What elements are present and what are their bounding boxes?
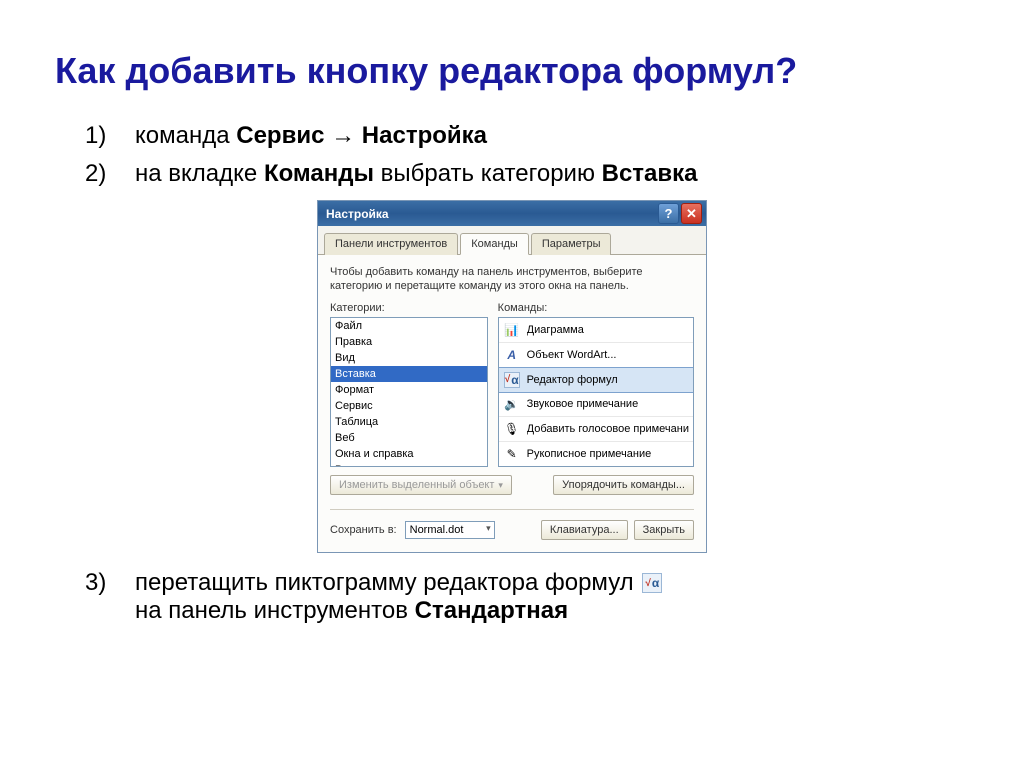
step-text: на вкладке Команды выбрать категорию Вст… — [135, 160, 969, 188]
step-number: 1) — [85, 122, 135, 150]
help-button[interactable]: ? — [658, 203, 679, 224]
close-button[interactable]: Закрыть — [634, 520, 694, 540]
steps-list-cont: 3) перетащить пиктограмму редактора форм… — [55, 569, 969, 625]
separator — [330, 509, 694, 510]
commands-label: Команды: — [498, 302, 694, 314]
command-item[interactable]: 🔉 Звуковое примечание — [499, 392, 693, 417]
command-label: Диаграмма — [527, 324, 689, 336]
dialog-titlebar[interactable]: Настройка ? ✕ — [318, 201, 706, 226]
keyboard-button[interactable]: Клавиатура... — [541, 520, 628, 540]
chart-icon: 📊 — [503, 321, 521, 339]
pen-icon: ✎ — [503, 445, 521, 463]
command-label: Редактор формул — [527, 374, 689, 386]
command-item[interactable]: 📊 Диаграмма — [499, 318, 693, 343]
settings-dialog: Настройка ? ✕ Панели инструментов Команд… — [317, 200, 707, 553]
list-item[interactable]: Правка — [331, 334, 487, 350]
tab-toolbars[interactable]: Панели инструментов — [324, 233, 458, 255]
command-label: Объект WordArt... — [527, 349, 689, 361]
list-item[interactable]: Окна и справка — [331, 446, 487, 462]
command-item[interactable]: A Объект WordArt... — [499, 343, 693, 368]
tab-strip: Панели инструментов Команды Параметры — [318, 226, 706, 255]
save-in-combo[interactable]: Normal.dot — [405, 521, 495, 539]
mic-icon: 🎙 — [503, 420, 521, 438]
step-1: 1) команда Сервис → Настройка — [85, 122, 969, 150]
step-number: 2) — [85, 160, 135, 188]
tab-commands[interactable]: Команды — [460, 233, 529, 255]
step-text: команда Сервис → Настройка — [135, 122, 969, 150]
list-item[interactable]: Сервис — [331, 398, 487, 414]
command-label: Рукописное примечание — [527, 448, 689, 460]
dialog-title: Настройка — [326, 207, 656, 221]
arrange-commands-button[interactable]: Упорядочить команды... — [553, 475, 694, 495]
formula-icon: √α — [503, 371, 521, 389]
formula-icon: √α — [642, 573, 662, 593]
list-item[interactable]: Рисование — [331, 462, 487, 467]
list-item[interactable]: Вид — [331, 350, 487, 366]
list-item[interactable]: Формат — [331, 382, 487, 398]
list-item[interactable]: Файл — [331, 318, 487, 334]
tab-options[interactable]: Параметры — [531, 233, 612, 255]
save-in-label: Сохранить в: — [330, 524, 397, 536]
sound-icon: 🔉 — [503, 395, 521, 413]
categories-listbox[interactable]: Файл Правка Вид Вставка Формат Сервис Та… — [330, 317, 488, 467]
command-item[interactable]: ✎ Рукописное примечание — [499, 442, 693, 467]
commands-listbox[interactable]: 📊 Диаграмма A Объект WordArt... √α Редак… — [498, 317, 694, 467]
page-title: Как добавить кнопку редактора формул? — [55, 50, 969, 92]
step-text: перетащить пиктограмму редактора формул … — [135, 569, 969, 625]
wordart-icon: A — [503, 346, 521, 364]
step-number: 3) — [85, 569, 135, 625]
close-icon[interactable]: ✕ — [681, 203, 702, 224]
list-item[interactable]: Веб — [331, 430, 487, 446]
instruction-text: Чтобы добавить команду на панель инструм… — [330, 265, 694, 294]
categories-label: Категории: — [330, 302, 488, 314]
command-label: Звуковое примечание — [527, 398, 689, 410]
steps-list: 1) команда Сервис → Настройка 2) на вкла… — [55, 122, 969, 188]
step-2: 2) на вкладке Команды выбрать категорию … — [85, 160, 969, 188]
modify-selected-dropdown: Изменить выделенный объект▾ — [330, 475, 512, 495]
list-item[interactable]: Таблица — [331, 414, 487, 430]
step-3: 3) перетащить пиктограмму редактора форм… — [85, 569, 969, 625]
list-item[interactable]: Вставка — [331, 366, 487, 382]
command-item[interactable]: √α Редактор формул — [498, 367, 694, 393]
dialog-body: Чтобы добавить команду на панель инструм… — [318, 255, 706, 552]
command-item[interactable]: 🎙 Добавить голосовое примечани — [499, 417, 693, 442]
command-label: Добавить голосовое примечани — [527, 423, 689, 435]
